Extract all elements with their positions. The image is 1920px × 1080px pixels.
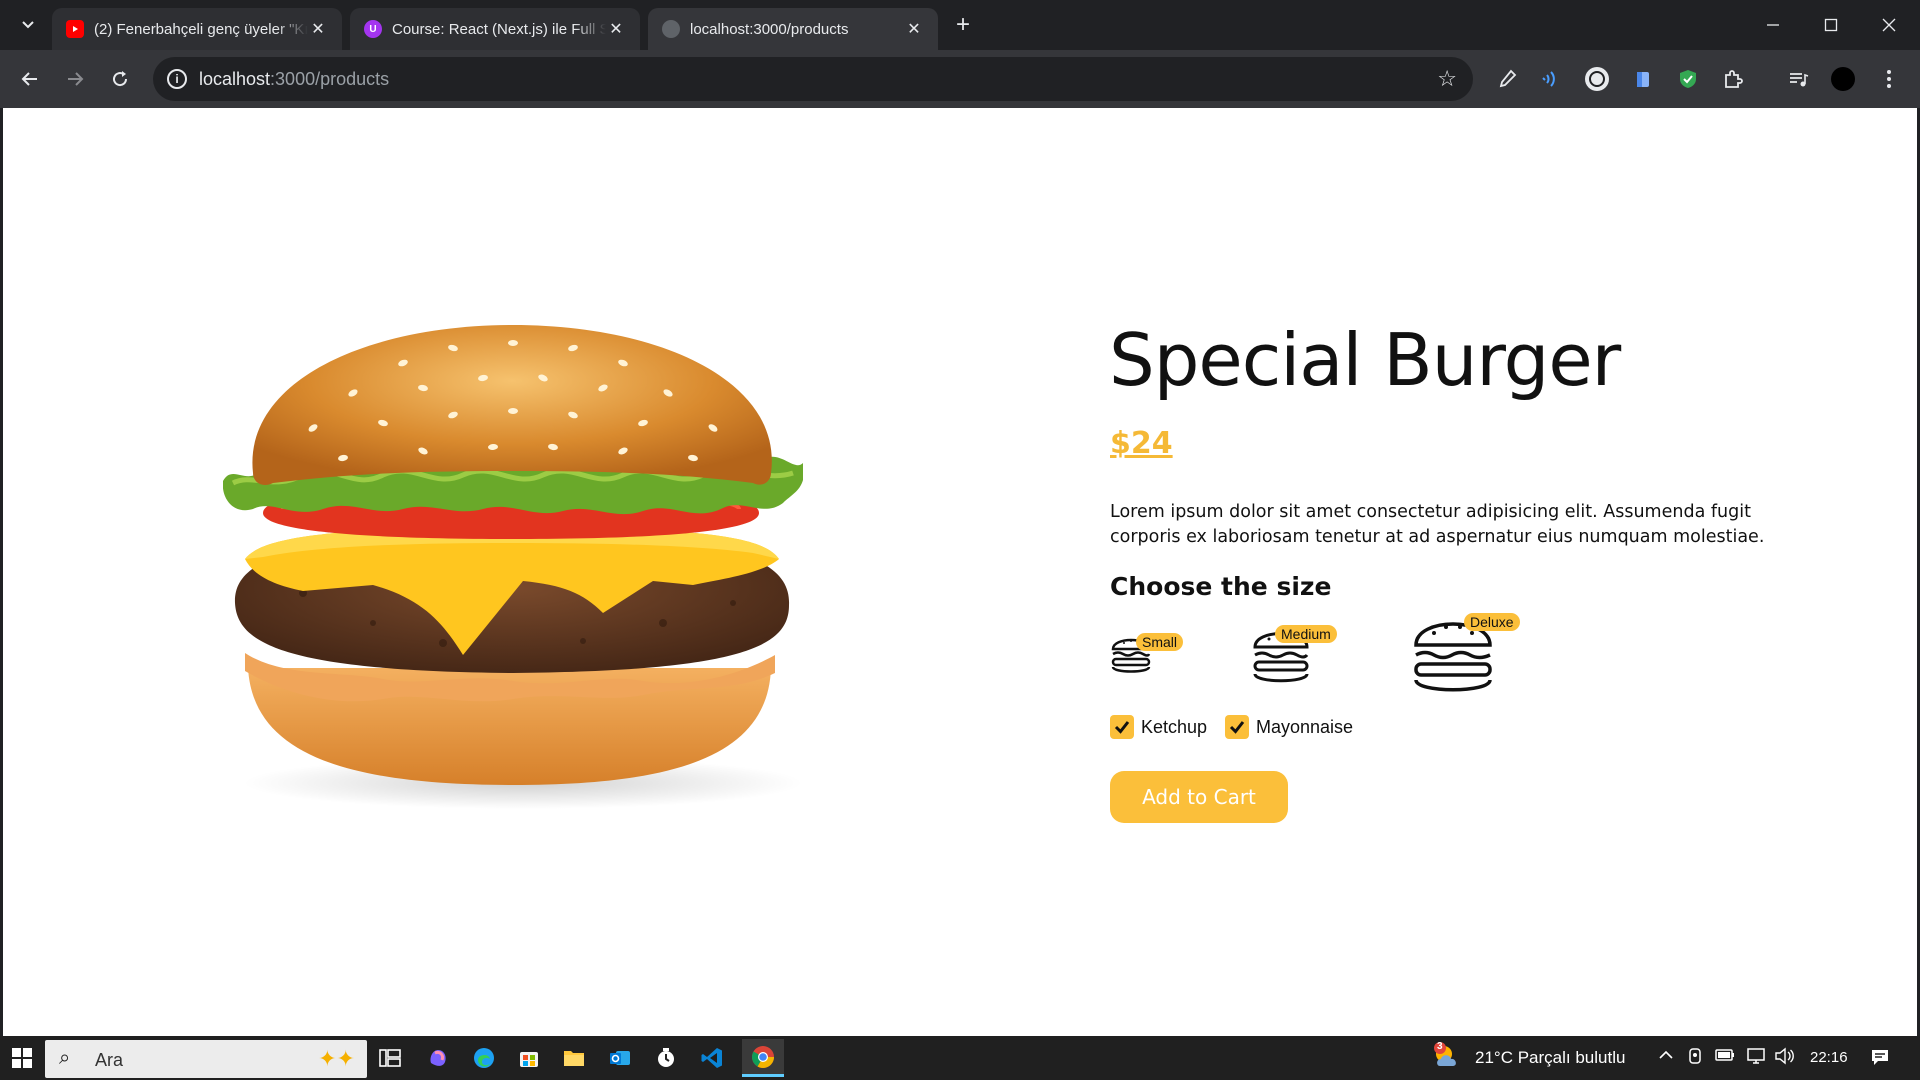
topping-label: Ketchup — [1141, 716, 1208, 737]
meet-now-icon[interactable] — [1687, 1047, 1705, 1070]
burger-product-image — [223, 325, 803, 809]
minimize-icon — [1767, 24, 1779, 26]
search-placeholder: Ara — [95, 1050, 124, 1070]
microsoft-store-icon[interactable] — [513, 1042, 545, 1074]
task-view-icon[interactable] — [374, 1042, 406, 1074]
reload-button[interactable] — [103, 62, 137, 96]
tab-search-button[interactable] — [10, 10, 46, 40]
tab-title: Course: React (Next.js) ile Full St — [392, 20, 606, 38]
product-price[interactable]: $24 — [1110, 426, 1173, 461]
tab-localhost[interactable]: localhost:3000/products ✕ — [648, 8, 938, 50]
document-extension-icon[interactable] — [1630, 66, 1656, 92]
tab-title: localhost:3000/products — [690, 20, 849, 38]
edge-browser-icon[interactable] — [468, 1042, 500, 1074]
search-icon: ⌕ — [59, 1047, 71, 1069]
extensions-puzzle-icon[interactable] — [1720, 66, 1746, 92]
forward-button[interactable] — [58, 62, 92, 96]
bookmark-star-icon[interactable]: ☆ — [1437, 66, 1457, 92]
url-path: :3000/products — [270, 69, 390, 89]
size-heading: Choose the size — [1110, 572, 1332, 601]
maximize-button[interactable] — [1802, 0, 1860, 50]
youtube-icon — [66, 20, 84, 38]
arrow-right-icon — [68, 72, 84, 86]
globe-icon — [662, 20, 680, 38]
reload-icon — [113, 71, 128, 87]
maximize-icon — [1824, 18, 1838, 32]
size-badge: Medium — [1275, 625, 1337, 643]
network-icon[interactable] — [1746, 1047, 1766, 1070]
size-option-small[interactable]: Small — [1110, 623, 1184, 675]
close-tab-icon[interactable]: ✕ — [606, 19, 626, 39]
shield-extension-icon[interactable] — [1675, 66, 1701, 92]
tab-strip: (2) Fenerbahçeli genç üyeler "Kı ✕ U Cou… — [0, 0, 1920, 50]
weather-icon[interactable]: 3 — [1432, 1041, 1464, 1077]
eyedropper-extension-icon[interactable] — [1494, 66, 1520, 92]
size-option-deluxe[interactable]: Deluxe — [1412, 603, 1532, 695]
checkmark-icon — [1229, 721, 1245, 734]
udemy-icon: U — [364, 20, 382, 38]
browser-toolbar: i localhost:3000/products ☆ — [0, 50, 1920, 108]
product-title: Special Burger — [1109, 318, 1621, 402]
taskbar: ⌕ Ara ✦✦ 3 21°C Parçalı bulutlu 22:16 — [0, 1036, 1920, 1080]
product-description: Lorem ipsum dolor sit amet consectetur a… — [1110, 502, 1765, 547]
site-info-icon[interactable]: i — [167, 69, 187, 89]
chevron-up-icon[interactable] — [1658, 1047, 1674, 1068]
outlook-icon[interactable] — [604, 1042, 636, 1074]
weather-notification-count: 3 — [1437, 1041, 1443, 1052]
close-tab-icon[interactable]: ✕ — [904, 19, 924, 39]
copilot-icon[interactable] — [422, 1042, 454, 1074]
url-host: localhost — [199, 69, 271, 89]
close-tab-icon[interactable]: ✕ — [308, 19, 328, 39]
checkmark-icon — [1114, 721, 1130, 734]
media-controls-icon[interactable] — [1785, 66, 1811, 92]
close-icon — [1882, 18, 1896, 32]
windows-start-icon[interactable] — [6, 1042, 38, 1074]
topping-ketchup[interactable]: Ketchup — [1110, 715, 1207, 739]
close-window-button[interactable] — [1860, 0, 1918, 50]
arrow-left-icon — [21, 72, 37, 86]
file-explorer-icon[interactable] — [558, 1042, 590, 1074]
profile-avatar-icon[interactable] — [1830, 66, 1856, 92]
browser-menu-icon[interactable] — [1876, 66, 1902, 92]
chrome-taskbar-icon[interactable] — [742, 1039, 784, 1077]
size-option-medium[interactable]: Medium — [1251, 613, 1351, 685]
page-content: Special Burger $24 Lorem ipsum dolor sit… — [3, 108, 1917, 1036]
sparkle-icon: ✦✦ — [318, 1046, 355, 1071]
clock-time[interactable]: 22:16 — [1810, 1049, 1848, 1066]
chevron-down-icon — [22, 21, 34, 29]
add-to-cart-button[interactable]: Add to Cart — [1110, 771, 1288, 823]
mayonnaise-checkbox[interactable] — [1225, 715, 1249, 739]
tab-udemy[interactable]: U Course: React (Next.js) ile Full St ✕ — [350, 8, 640, 50]
taskbar-search[interactable]: ⌕ Ara ✦✦ — [45, 1040, 367, 1078]
vscode-icon[interactable] — [696, 1042, 728, 1074]
weather-text[interactable]: 21°C Parçalı bulutlu — [1475, 1048, 1625, 1068]
minimize-button[interactable] — [1744, 0, 1802, 50]
address-bar[interactable]: i localhost:3000/products ☆ — [153, 57, 1473, 101]
read-aloud-extension-icon[interactable] — [1538, 66, 1564, 92]
back-button[interactable] — [13, 62, 47, 96]
address-url[interactable]: localhost:3000/products — [199, 69, 389, 90]
ketchup-checkbox[interactable] — [1110, 715, 1134, 739]
clock-app-icon[interactable] — [650, 1042, 682, 1074]
notifications-icon[interactable] — [1870, 1047, 1890, 1072]
topping-mayonnaise[interactable]: Mayonnaise — [1225, 715, 1353, 739]
volume-icon[interactable] — [1774, 1047, 1794, 1070]
size-badge: Deluxe — [1464, 613, 1520, 631]
size-badge: Small — [1136, 633, 1184, 651]
new-tab-button[interactable]: + — [948, 10, 978, 40]
battery-icon[interactable] — [1715, 1047, 1735, 1067]
topping-label: Mayonnaise — [1256, 716, 1354, 737]
accessibility-extension-icon[interactable] — [1584, 66, 1610, 92]
tab-title: (2) Fenerbahçeli genç üyeler "Kı — [94, 20, 308, 38]
tab-youtube[interactable]: (2) Fenerbahçeli genç üyeler "Kı ✕ — [52, 8, 342, 50]
